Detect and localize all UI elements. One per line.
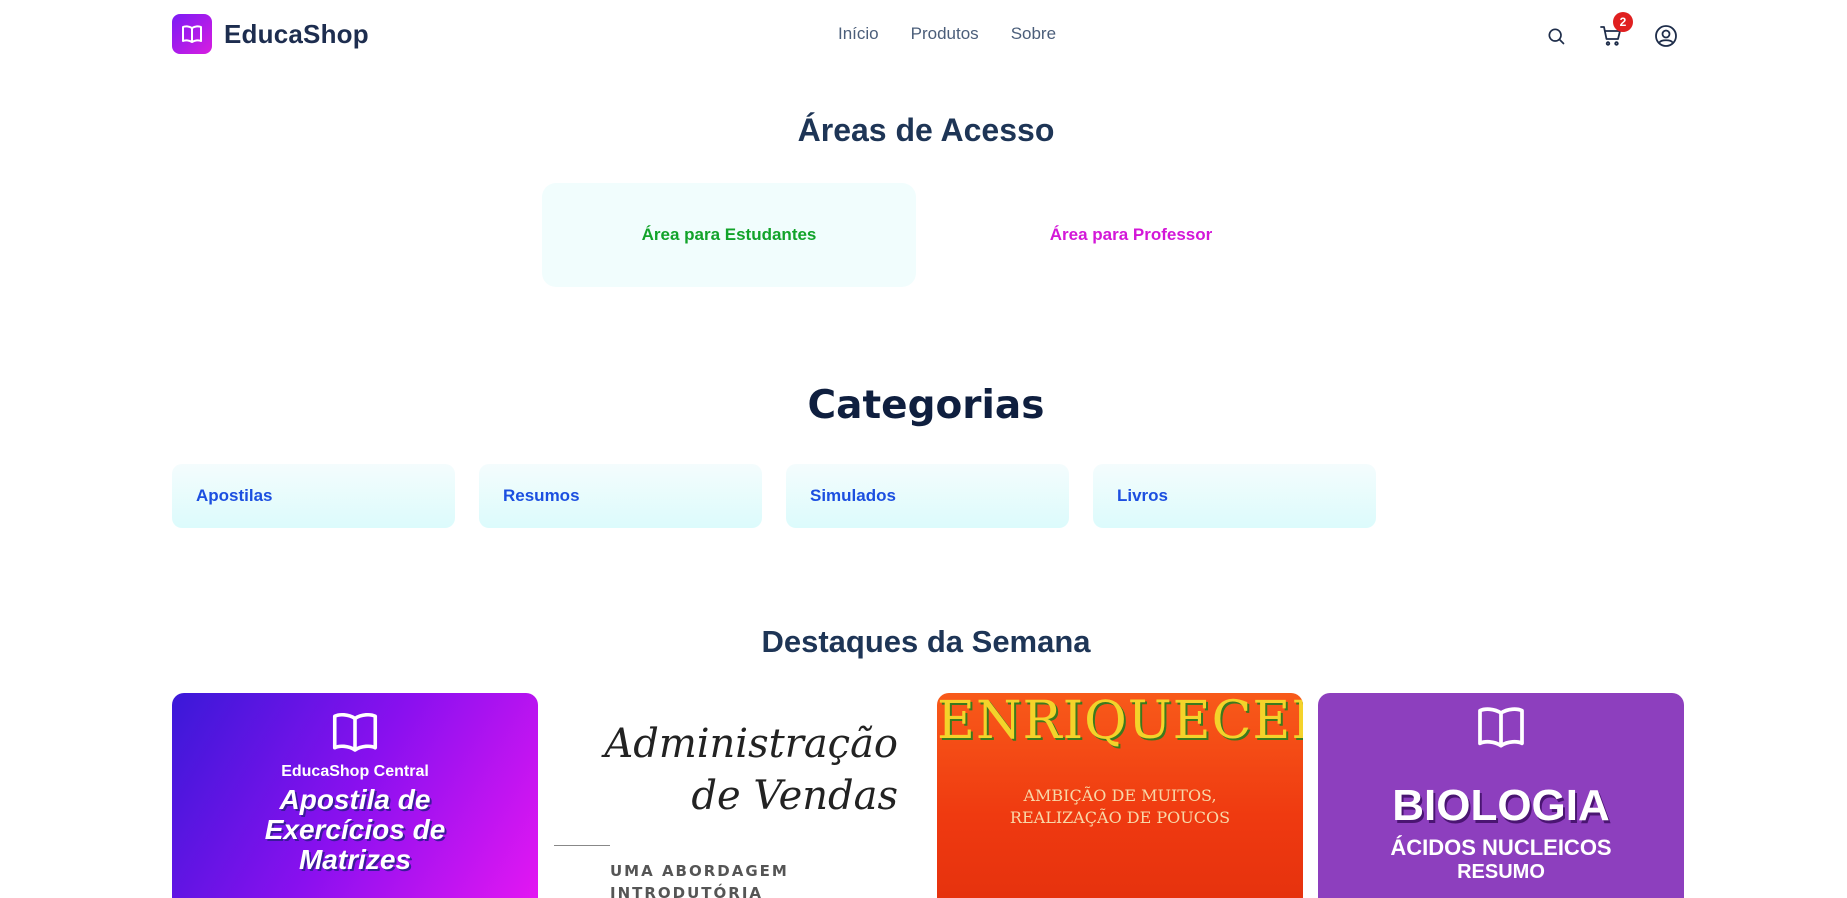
divider [554,845,610,846]
product-brand: EducaShop Central [281,763,429,780]
highlights-title: Destaques da Semana [761,624,1091,659]
book-icon [172,14,212,54]
categories-title: Categorias [807,383,1045,428]
main-nav: Início Produtos Sobre [838,24,1088,44]
product-title: BIOLOGIA [1392,781,1610,830]
nav-sobre[interactable]: Sobre [1011,24,1056,44]
teacher-area-card[interactable]: Área para Professor [944,183,1318,287]
search-button[interactable] [1542,22,1570,50]
header-actions: 2 [1542,12,1680,50]
category-resumos[interactable]: Resumos [479,464,762,528]
book-icon [332,712,378,752]
product-title: ENRIQUECER [937,693,1303,751]
product-title: Administração de Vendas [604,721,898,819]
category-livros[interactable]: Livros [1093,464,1376,528]
product-subtitle: AMBIÇÃO DE MUITOS, REALIZAÇÃO DE POUCOS [1009,786,1231,827]
cart-count-badge: 2 [1613,12,1633,32]
book-icon [1478,707,1524,748]
search-icon [1548,28,1565,45]
product-card-matrizes[interactable]: EducaShop Central Apostila de Exercícios… [172,693,538,898]
nav-produtos[interactable]: Produtos [911,24,979,44]
brand-name: EducaShop [224,18,369,49]
product-card-administracao[interactable]: Administração de Vendas UMA ABORDAGEM IN… [554,693,920,898]
cart-button[interactable]: 2 [1597,12,1633,50]
product-card-enriquecer[interactable]: ENRIQUECER AMBIÇÃO DE MUITOS, REALIZAÇÃO… [937,693,1303,898]
nav-inicio[interactable]: Início [838,24,879,44]
access-section-title: Áreas de Acesso [797,112,1055,148]
brand[interactable]: EducaShop [172,14,369,54]
account-button[interactable] [1652,22,1680,50]
product-type: RESUMO [1457,861,1545,883]
product-subtitle: UMA ABORDAGEM INTRODUTÓRIA [610,862,789,898]
user-icon [1655,25,1677,47]
product-subtitle: ÁCIDOS NUCLEICOS [1390,835,1612,860]
student-area-card[interactable]: Área para Estudantes [542,183,916,287]
site-header: EducaShop Início Produtos Sobre 2 [172,12,1680,56]
category-apostilas[interactable]: Apostilas [172,464,455,528]
product-title: Apostila de Exercícios de Matrizes [264,784,446,875]
category-simulados[interactable]: Simulados [786,464,1069,528]
product-card-biologia[interactable]: BIOLOGIA ÁCIDOS NUCLEICOS RESUMO [1318,693,1684,898]
